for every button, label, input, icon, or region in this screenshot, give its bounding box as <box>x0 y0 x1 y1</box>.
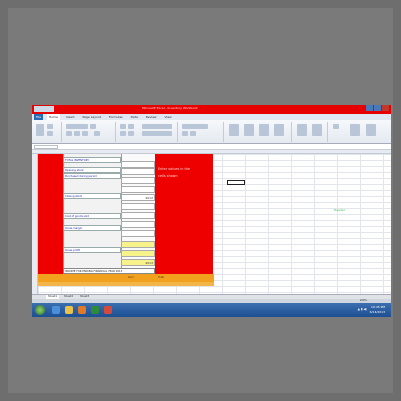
value-cell[interactable]: 2012 <box>121 194 155 201</box>
maximize-button[interactable] <box>374 105 381 111</box>
window-controls <box>366 105 389 111</box>
screenshot-frame: Microsoft Excel - Inventory Workbook Fil… <box>8 8 393 393</box>
alignment-group <box>118 122 178 142</box>
underline-icon[interactable] <box>82 131 88 136</box>
autosum-icon[interactable] <box>333 124 339 129</box>
minimize-button[interactable] <box>366 105 373 111</box>
chrome-icon[interactable] <box>104 306 112 314</box>
title-bar: Microsoft Excel - Inventory Workbook <box>32 105 391 114</box>
cell-styles-icon[interactable] <box>259 124 269 136</box>
taskbar-clock[interactable]: 10:45 PM 6/14/2013 <box>370 305 385 315</box>
number-format-icon[interactable] <box>182 124 208 129</box>
name-box[interactable] <box>34 145 58 149</box>
number-group <box>180 122 224 142</box>
label-cell[interactable]: Cost of goods sold <box>63 213 121 219</box>
align-left-icon[interactable] <box>120 131 126 136</box>
windows-taskbar: ▲ ▮ ◀) 10:45 PM 6/14/2013 <box>32 303 391 317</box>
orange-band-lower <box>38 282 214 286</box>
fill-color-icon[interactable] <box>94 131 100 136</box>
orange-label: Sum <box>128 276 134 279</box>
currency-icon[interactable] <box>182 131 188 136</box>
align-center-icon[interactable] <box>128 131 134 136</box>
red-column-a <box>38 154 63 274</box>
italic-icon[interactable] <box>74 131 80 136</box>
label-cell[interactable]: Closing stock <box>63 193 121 199</box>
green-cell-text[interactable]: Header <box>334 208 345 212</box>
percent-icon[interactable] <box>190 131 196 136</box>
start-orb-icon[interactable] <box>35 305 45 315</box>
conditional-format-icon[interactable] <box>229 124 239 136</box>
value-cell-highlighted[interactable]: 2013 <box>121 259 155 266</box>
media-icon[interactable] <box>78 306 86 314</box>
value-cell-highlighted[interactable] <box>121 241 155 248</box>
font-name-icon[interactable] <box>66 124 88 129</box>
bold-icon[interactable] <box>66 131 72 136</box>
delete-cells-icon[interactable] <box>297 124 307 136</box>
sort-filter-icon[interactable] <box>350 124 360 136</box>
format-cells-icon[interactable] <box>312 124 322 136</box>
clipboard-group <box>34 122 62 142</box>
ie-icon[interactable] <box>52 306 60 314</box>
copy-icon[interactable] <box>47 131 53 136</box>
label-cell[interactable]: Gross profit <box>63 247 121 253</box>
folder-icon[interactable] <box>65 306 73 314</box>
value-cell[interactable] <box>121 161 155 168</box>
value-cell[interactable] <box>121 177 155 184</box>
clock-date: 6/14/2013 <box>369 310 385 314</box>
note-text: cells shown <box>158 174 178 178</box>
font-group <box>64 122 116 142</box>
label-cell[interactable]: Gross margin <box>63 225 121 231</box>
value-cell[interactable] <box>121 221 155 228</box>
value-cell[interactable] <box>121 203 155 210</box>
merge-center-icon[interactable] <box>142 131 172 136</box>
ribbon <box>32 120 391 144</box>
label-cell[interactable]: Purchased during period <box>63 173 121 179</box>
value-cell[interactable] <box>121 212 155 219</box>
value-cell[interactable] <box>121 230 155 237</box>
editing-group <box>330 122 388 142</box>
red-column-c <box>155 154 213 274</box>
insert-cells-icon[interactable] <box>274 124 284 136</box>
selected-cell[interactable] <box>227 180 245 185</box>
orange-label: Total <box>158 276 165 279</box>
cells-group <box>294 122 328 142</box>
align-top-icon[interactable] <box>120 124 126 129</box>
excel-window: Microsoft Excel - Inventory Workbook Fil… <box>32 105 391 317</box>
paste-icon[interactable] <box>36 124 44 136</box>
value-cell-highlighted[interactable] <box>121 250 155 257</box>
close-button[interactable] <box>382 105 389 111</box>
quick-access-toolbar[interactable] <box>34 106 54 112</box>
format-table-icon[interactable] <box>244 124 254 136</box>
align-middle-icon[interactable] <box>128 124 134 129</box>
value-cell[interactable] <box>121 168 155 175</box>
note-text: Enter values in the <box>158 167 191 171</box>
orange-band: Sum Total <box>38 274 214 282</box>
font-size-icon[interactable] <box>90 124 96 129</box>
wrap-text-icon[interactable] <box>142 124 172 129</box>
value-cell[interactable] <box>121 186 155 193</box>
cut-icon[interactable] <box>47 124 53 129</box>
header-cell[interactable]: TOTAL INVENTORY <box>63 157 121 163</box>
excel-icon[interactable] <box>91 306 99 314</box>
find-select-icon[interactable] <box>366 124 376 136</box>
window-title: Microsoft Excel - Inventory Workbook <box>142 106 198 110</box>
system-tray[interactable]: ▲ ▮ ◀) <box>358 307 367 311</box>
styles-group <box>226 122 292 142</box>
